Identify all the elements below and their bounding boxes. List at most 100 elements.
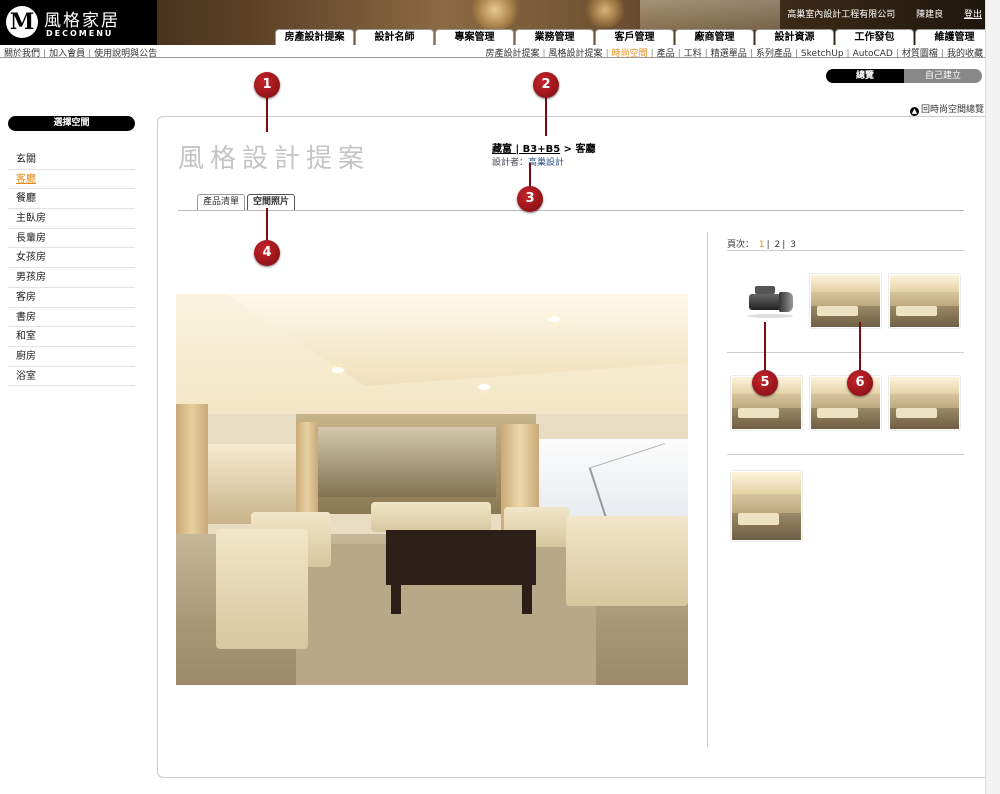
- main-room-photo: [176, 294, 688, 685]
- sidebar-item[interactable]: 餐廳: [8, 189, 135, 210]
- logo-mark: M: [6, 6, 38, 38]
- page-link[interactable]: 1: [759, 240, 765, 250]
- sidebar-item[interactable]: 女孩房: [8, 248, 135, 269]
- sidebar-item[interactable]: 男孩房: [8, 268, 135, 288]
- callout-marker: 1: [254, 72, 280, 98]
- view-toggle: 總覽 自己建立: [826, 69, 982, 83]
- tab-space-photos[interactable]: 空間照片: [247, 194, 296, 210]
- subnav-link[interactable]: 關於我們: [4, 49, 40, 59]
- pager-label: 頁次：: [727, 240, 755, 250]
- page-link[interactable]: 2: [775, 240, 781, 250]
- nav-tab[interactable]: 設計名師: [355, 29, 434, 45]
- coffee-table: [386, 530, 536, 585]
- sidebar-item[interactable]: 主臥房: [8, 209, 135, 229]
- breadcrumb-project-link[interactable]: 藏富 | B3+B5: [492, 144, 560, 155]
- sidebar-item[interactable]: 客廳: [8, 170, 135, 190]
- subnav-separator: |: [542, 49, 546, 59]
- window-scrollbar[interactable]: [985, 0, 1000, 794]
- video-camera-icon[interactable]: [743, 282, 795, 320]
- company-link[interactable]: 高巢室內設計工程有限公司: [787, 10, 895, 20]
- nav-tab[interactable]: 客戶管理: [595, 29, 674, 45]
- subnav-link[interactable]: SketchUp: [801, 49, 844, 59]
- subnav-link[interactable]: 材質圖檔: [902, 49, 938, 59]
- nav-tab[interactable]: 房產設計提案: [275, 29, 354, 45]
- subnav-separator: |: [43, 49, 47, 59]
- photo-thumbnail[interactable]: [810, 274, 881, 328]
- nav-tab[interactable]: 維護管理: [915, 29, 994, 45]
- breadcrumb-room: 客廳: [575, 144, 596, 155]
- subnav-link[interactable]: 加入會員: [49, 49, 85, 59]
- self-build-toggle-button[interactable]: 自己建立: [904, 69, 982, 83]
- sidebar-item[interactable]: 廚房: [8, 347, 135, 367]
- subnav-link[interactable]: 精選單品: [711, 49, 747, 59]
- sidebar-item[interactable]: 和室: [8, 327, 135, 347]
- callout-marker: 5: [752, 370, 778, 396]
- callout-marker: 6: [847, 370, 873, 396]
- subnav-separator: |: [794, 49, 798, 59]
- sub-nav: 關於我們 | 加入會員 | 使用說明與公告 房產設計提案 | 風格設計提案 | 時尚空間 | 產品 |…: [0, 45, 985, 59]
- subnav-separator: |: [940, 49, 944, 59]
- subnav-separator: |: [650, 49, 654, 59]
- callout-marker: 3: [517, 186, 543, 212]
- logo[interactable]: M 風格家居 DECOMENU: [0, 0, 157, 45]
- photo-thumbnail[interactable]: [889, 376, 960, 430]
- marker-stem: [545, 96, 547, 136]
- photo-thumbnail[interactable]: [889, 274, 960, 328]
- arrow-up-circle-icon: ▲: [910, 107, 919, 116]
- pager: 頁次： 1 | 2 | 3: [727, 237, 798, 250]
- sidebar-item[interactable]: 客房: [8, 288, 135, 308]
- subnav-separator: |: [895, 49, 899, 59]
- page-heading: 風格設計提案: [178, 144, 371, 174]
- sidebar-item[interactable]: 玄關: [8, 150, 135, 170]
- sidebar-item[interactable]: 書房: [8, 308, 135, 328]
- nav-tab[interactable]: 業務管理: [515, 29, 594, 45]
- subnav-link[interactable]: 產品: [657, 49, 675, 59]
- divider: [727, 352, 964, 353]
- subnav-left: 關於我們 | 加入會員 | 使用說明與公告: [4, 46, 157, 59]
- room-sidebar: 選擇空間 玄關 客廳 餐廳 主臥房 長輩房 女孩房 男孩房 客房 書房 和室 廚房 浴室: [8, 116, 135, 387]
- subnav-link[interactable]: 房產設計提案: [485, 49, 539, 59]
- main-nav: 房產設計提案 設計名師 專案管理 業務管理 客戶管理 廠商管理 設計資源 工作發…: [275, 29, 995, 45]
- designer-link[interactable]: 高巢設計: [528, 158, 564, 168]
- logo-title: 風格家居: [44, 11, 120, 31]
- back-link-label: 回時尚空間總覽: [921, 105, 985, 115]
- subnav-link[interactable]: 我的收藏: [947, 49, 983, 59]
- overview-toggle-button[interactable]: 總覽: [826, 69, 904, 83]
- breadcrumb-arrow: >: [563, 144, 573, 155]
- subnav-link[interactable]: 風格設計提案: [549, 49, 603, 59]
- user-name[interactable]: 陳建良: [916, 10, 943, 20]
- sidebar-title: 選擇空間: [8, 116, 135, 131]
- nav-tab[interactable]: 設計資源: [755, 29, 834, 45]
- subtabs: 產品清單 空間照片: [197, 194, 297, 210]
- subnav-link[interactable]: 時尚空間: [612, 49, 648, 59]
- logout-link[interactable]: 登出: [964, 10, 982, 20]
- nav-tab[interactable]: 廠商管理: [675, 29, 754, 45]
- sidebar-item[interactable]: 浴室: [8, 367, 135, 387]
- subnav-link[interactable]: 工料: [684, 49, 702, 59]
- banner-decoration: [470, 0, 520, 30]
- subnav-separator: |: [749, 49, 753, 59]
- nav-tab[interactable]: 專案管理: [435, 29, 514, 45]
- divider: [727, 454, 964, 455]
- pager-sep: |: [766, 240, 770, 250]
- subnav-separator: |: [605, 49, 609, 59]
- subnav-link[interactable]: 使用說明與公告: [94, 49, 157, 59]
- page-link[interactable]: 3: [790, 240, 796, 250]
- photo-thumbnail[interactable]: [731, 471, 802, 541]
- callout-marker: 2: [533, 72, 559, 98]
- back-to-overview-link[interactable]: ▲ 回時尚空間總覽: [910, 102, 984, 116]
- designer-label: 設計者：: [492, 158, 529, 168]
- panel-divider: [707, 232, 708, 747]
- divider: [178, 210, 964, 211]
- nav-tab[interactable]: 工作發包: [835, 29, 914, 45]
- marker-stem: [266, 96, 268, 132]
- tab-product-list[interactable]: 產品清單: [197, 194, 246, 210]
- divider: [727, 250, 964, 251]
- subnav-link[interactable]: AutoCAD: [853, 49, 893, 59]
- subnav-link[interactable]: 系列產品: [756, 49, 792, 59]
- room-list: 玄關 客廳 餐廳 主臥房 長輩房 女孩房 男孩房 客房 書房 和室 廚房 浴室: [8, 150, 135, 387]
- pager-sep: |: [782, 240, 786, 250]
- banner-decoration: [640, 0, 780, 30]
- sidebar-item[interactable]: 長輩房: [8, 229, 135, 249]
- logo-subtitle: DECOMENU: [46, 29, 114, 38]
